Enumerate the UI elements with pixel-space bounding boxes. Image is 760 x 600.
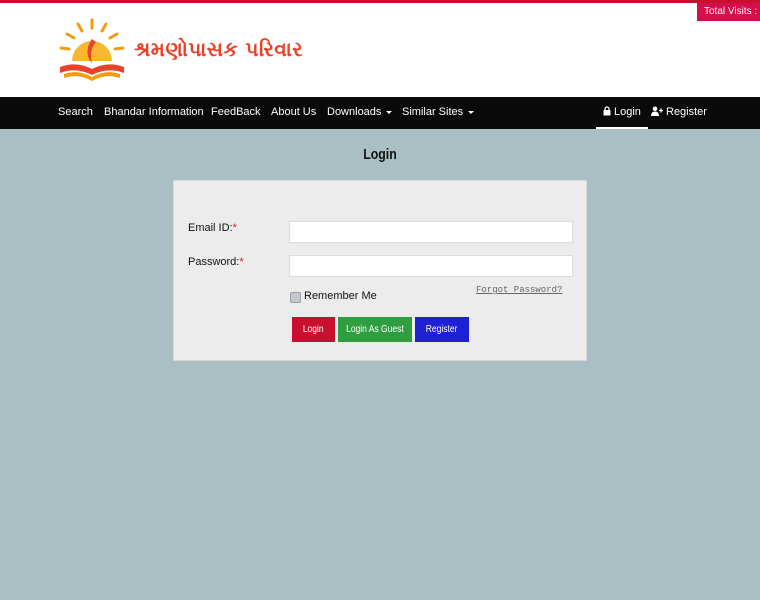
- password-label-text: Password:: [188, 256, 240, 268]
- register-button-label: Register: [426, 324, 458, 335]
- email-label: Email ID:*: [188, 222, 237, 234]
- brand-name[interactable]: શ્રમણોપાસક પરિવાર: [134, 37, 303, 61]
- nav-register[interactable]: Register: [651, 97, 707, 129]
- nav-downloads-dropdown[interactable]: Downloads: [327, 97, 393, 129]
- remember-me-checkbox[interactable]: [290, 292, 301, 303]
- nav-bhandar-information[interactable]: Bhandar Information: [104, 97, 204, 129]
- caret-down-icon: [386, 110, 393, 114]
- lock-icon: [603, 106, 611, 116]
- password-label: Password:*: [188, 256, 244, 268]
- nav-search-label: Search: [58, 106, 93, 118]
- user-plus-icon: [651, 106, 663, 116]
- nav-login[interactable]: Login: [596, 97, 648, 129]
- main-navbar: Search Bhandar Information FeedBack Abou…: [0, 97, 760, 129]
- nav-about-us[interactable]: About Us: [271, 97, 316, 129]
- nav-feedback[interactable]: FeedBack: [211, 97, 261, 129]
- nav-downloads-label: Downloads: [327, 106, 382, 118]
- login-button-label: Login: [303, 324, 324, 335]
- nav-feedback-label: FeedBack: [211, 106, 261, 118]
- caret-down-icon: [468, 110, 475, 114]
- nav-login-label: Login: [614, 106, 641, 118]
- email-input[interactable]: [289, 221, 573, 243]
- password-input[interactable]: [289, 255, 573, 277]
- site-header: Total Visits : શ્રમણોપાસક પરિવાર: [0, 3, 760, 97]
- login-form-panel: Email ID:* Password:* Remember Me Forgot…: [173, 180, 587, 361]
- required-mark: *: [232, 222, 237, 234]
- required-mark: *: [239, 256, 244, 268]
- nav-similar-sites-dropdown[interactable]: Similar Sites: [402, 97, 475, 129]
- login-button[interactable]: Login: [292, 317, 335, 342]
- email-label-text: Email ID:: [188, 222, 233, 234]
- total-visits-badge: Total Visits :: [697, 3, 760, 21]
- login-as-guest-button[interactable]: Login As Guest: [338, 317, 412, 342]
- nav-search[interactable]: Search: [58, 97, 93, 129]
- sun-book-logo[interactable]: [56, 17, 128, 83]
- forgot-password-link[interactable]: Forgot Password?: [476, 285, 562, 295]
- nav-register-label: Register: [666, 106, 707, 118]
- nav-bhandar-information-label: Bhandar Information: [104, 106, 204, 118]
- page-title: Login: [363, 146, 397, 163]
- nav-about-us-label: About Us: [271, 106, 317, 118]
- remember-me-label[interactable]: Remember Me: [304, 290, 377, 302]
- nav-similar-sites-label: Similar Sites: [402, 106, 464, 118]
- register-button[interactable]: Register: [415, 317, 469, 342]
- login-as-guest-button-label: Login As Guest: [346, 324, 404, 335]
